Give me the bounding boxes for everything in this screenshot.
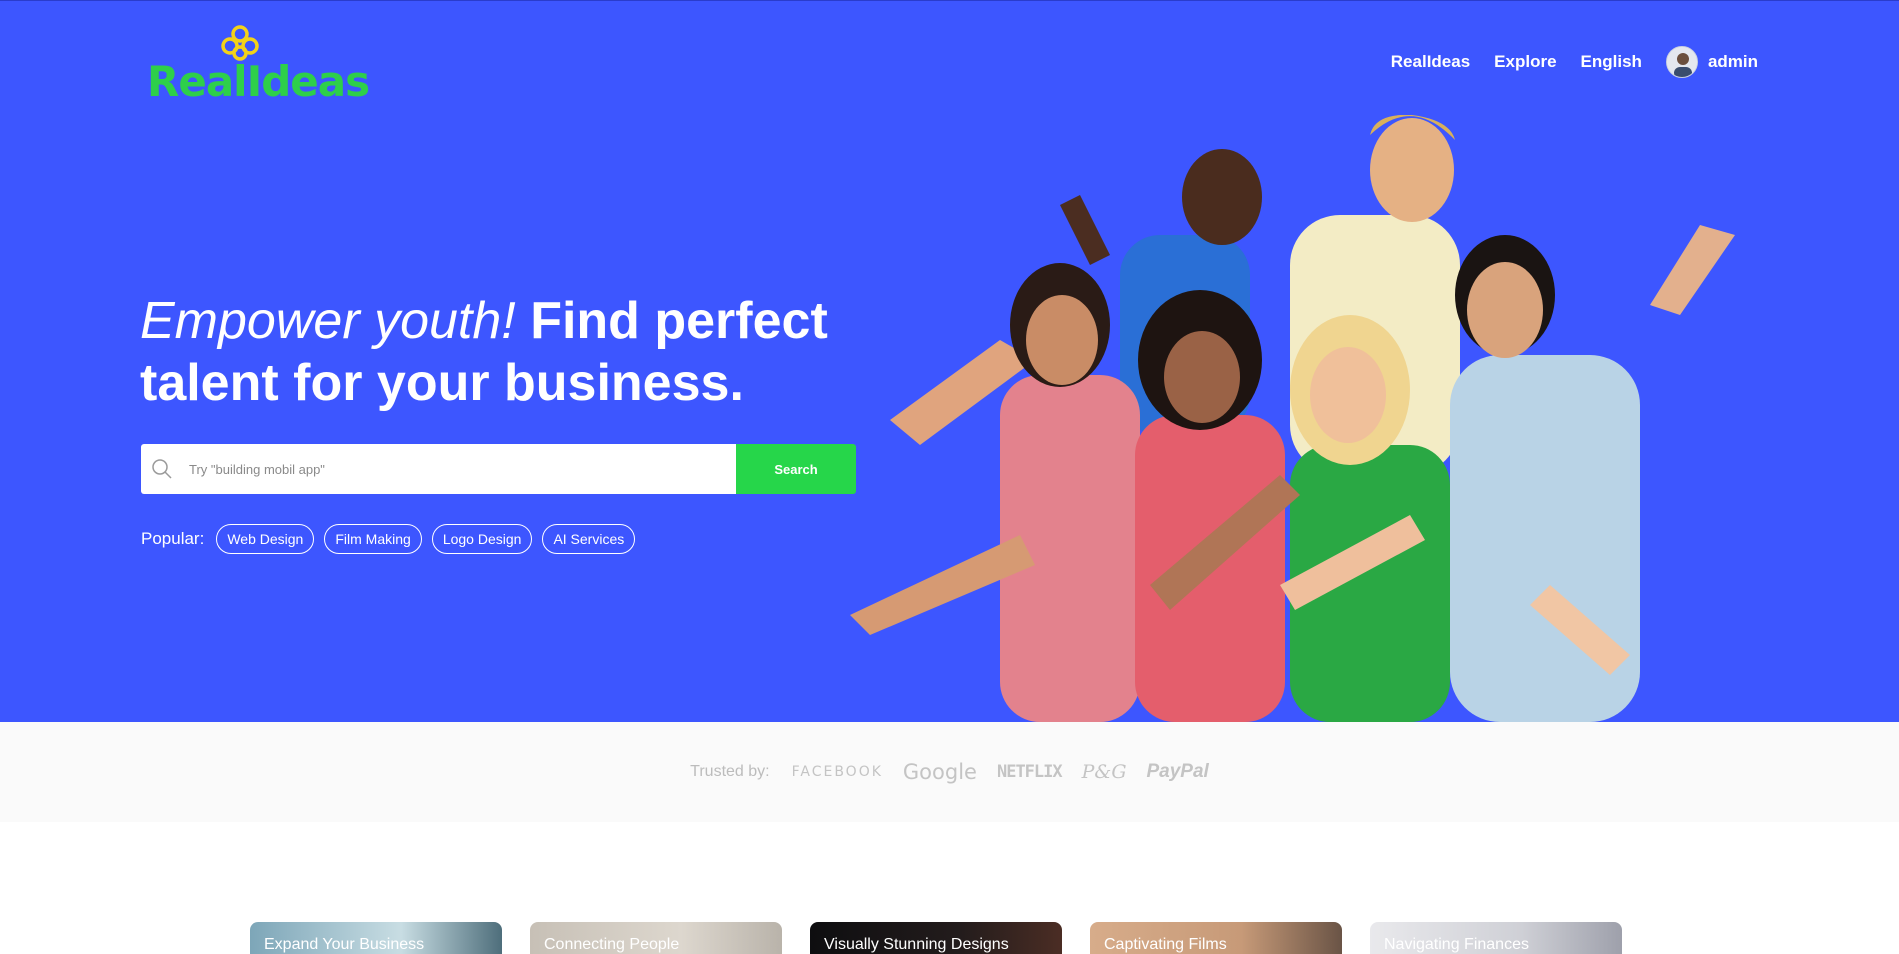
- avatar: [1665, 46, 1698, 78]
- top-nav: RealIdeas Explore English admin: [1391, 44, 1758, 80]
- tag-ai-services[interactable]: AI Services: [542, 524, 636, 554]
- tag-web-design[interactable]: Web Design: [216, 524, 315, 554]
- brand-pg-logo: P&G: [1081, 761, 1127, 783]
- user-name: admin: [1707, 52, 1758, 71]
- trusted-label: Trusted by:: [690, 763, 770, 780]
- brand-google-logo: Google: [902, 760, 977, 784]
- card-title: Navigating Finances: [1384, 936, 1529, 953]
- logo[interactable]: RealIdeas: [147, 24, 370, 106]
- hero-headline: Empower youth! Find perfect talent for y…: [140, 290, 840, 414]
- trusted-by-bar: Trusted by: FACEBOOK Google NETFLIX P&G …: [0, 722, 1899, 822]
- search-bar: Search: [141, 444, 856, 494]
- person-front-1: [1000, 263, 1140, 722]
- hero-section: RealIdeas RealIdeas Explore English admi…: [0, 0, 1899, 722]
- card-title: Captivating Films: [1104, 936, 1227, 953]
- card-expand-business[interactable]: Expand Your Business: [250, 922, 502, 954]
- logo-text: RealIdeas: [147, 57, 370, 106]
- card-captivating-films[interactable]: Captivating Films: [1090, 922, 1342, 954]
- user-menu[interactable]: admin: [1665, 46, 1758, 78]
- brand-facebook-logo: FACEBOOK: [791, 764, 883, 780]
- top-border: [0, 0, 1899, 1]
- category-cards: Expand Your Business Connecting People V…: [250, 922, 1622, 954]
- card-title: Visually Stunning Designs: [824, 936, 1009, 953]
- brand-netflix-logo: NETFLIX: [996, 762, 1063, 782]
- search-field: [141, 444, 736, 494]
- nav-item-language[interactable]: English: [1581, 52, 1642, 72]
- search-button[interactable]: Search: [736, 444, 856, 494]
- card-navigating-finances[interactable]: Navigating Finances: [1370, 922, 1622, 954]
- card-title: Connecting People: [544, 936, 680, 953]
- nav-item-realideas[interactable]: RealIdeas: [1391, 52, 1470, 72]
- headline-italic: Empower youth!: [140, 292, 516, 350]
- popular-tags: Popular: Web Design Film Making Logo Des…: [141, 524, 636, 554]
- card-connecting-people[interactable]: Connecting People: [530, 922, 782, 954]
- nav-item-explore[interactable]: Explore: [1494, 52, 1556, 72]
- hero-group-photo: [850, 115, 1735, 722]
- search-icon: [152, 459, 172, 479]
- tag-film-making[interactable]: Film Making: [324, 524, 422, 554]
- card-title: Expand Your Business: [264, 936, 425, 953]
- user-avatar-icon: [1666, 47, 1697, 77]
- popular-label: Popular:: [141, 529, 205, 548]
- card-visual-designs[interactable]: Visually Stunning Designs: [810, 922, 1062, 954]
- tag-logo-design[interactable]: Logo Design: [431, 524, 533, 554]
- search-input[interactable]: [189, 461, 709, 477]
- brand-paypal-logo: PayPal: [1146, 761, 1209, 782]
